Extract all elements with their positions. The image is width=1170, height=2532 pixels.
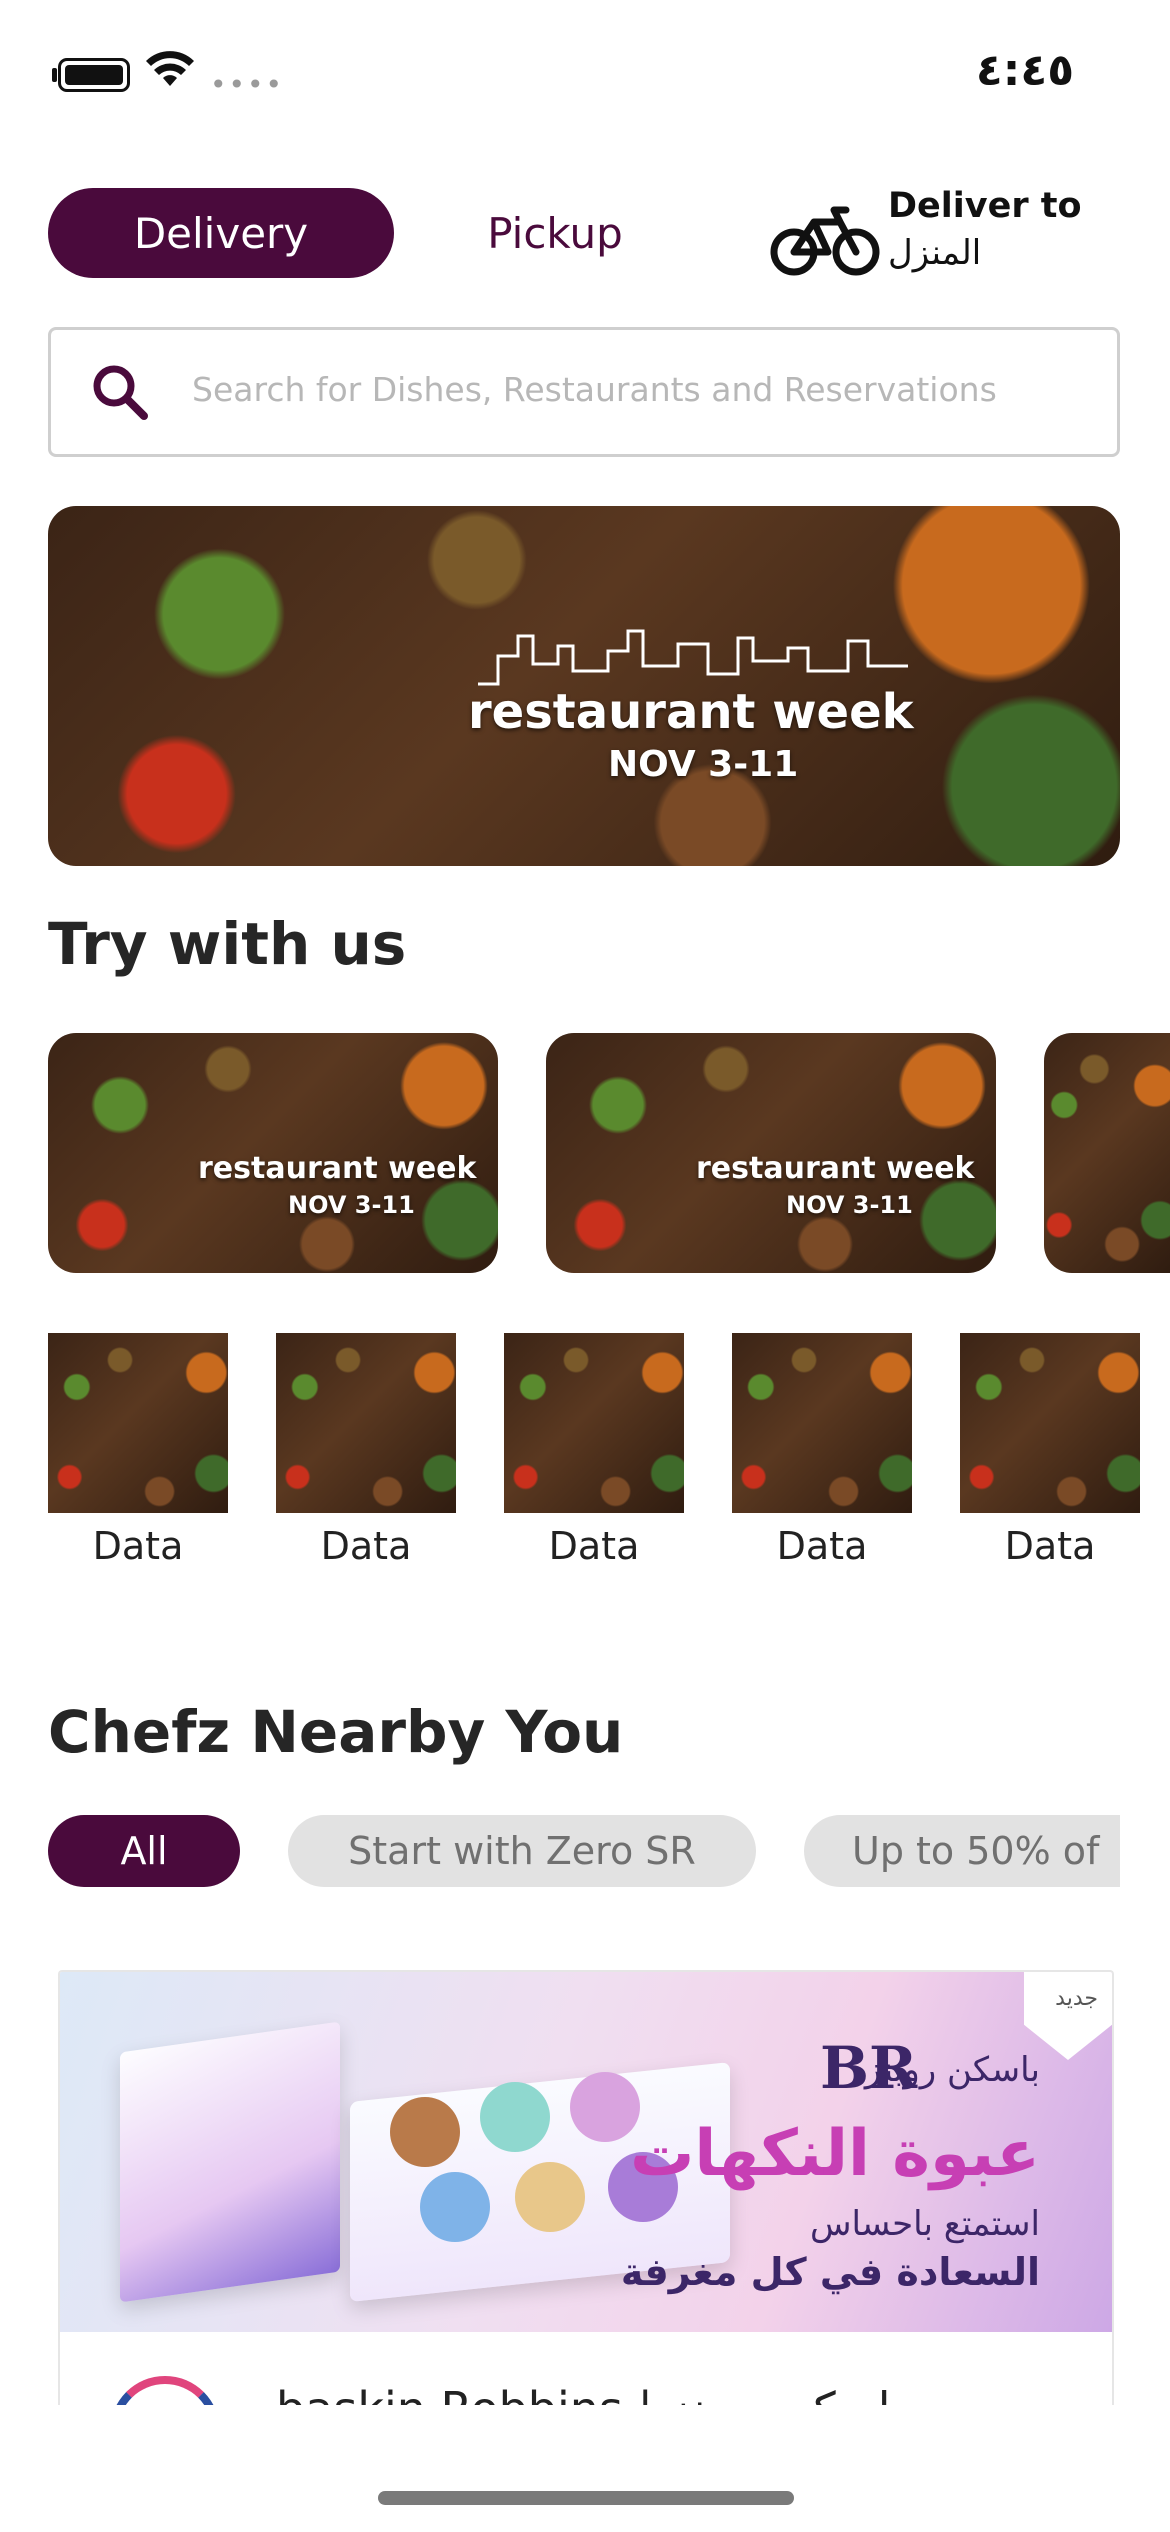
status-time: ٤:٤٥ (975, 45, 1075, 96)
category-label[interactable]: Data (276, 1524, 456, 1568)
category-thumbnail[interactable] (48, 1333, 228, 1513)
tab-delivery[interactable]: Delivery (48, 188, 394, 278)
bicycle-icon (770, 206, 880, 276)
home-indicator[interactable] (378, 2491, 794, 2505)
banner-brand-ar: باسكن روبنز (864, 2050, 1040, 2090)
chefz-nearby-title: Chefz Nearby You (48, 1698, 624, 1766)
promo-card-partial[interactable] (1044, 1033, 1170, 1273)
hero-banner[interactable]: restaurant week NOV 3-11 (48, 506, 1120, 866)
tab-pickup[interactable]: Pickup (445, 188, 665, 278)
banner-line2-ar: السعادة في كل مغرفة (620, 2250, 1040, 2294)
banner-headline-ar: عبوة النكهات (630, 2117, 1040, 2191)
restaurant-card[interactable]: BR باسكن روبنز عبوة النكهات استمتع باحسا… (58, 1970, 1114, 2412)
promo-event-dates: NOV 3-11 (786, 1191, 913, 1219)
category-label[interactable]: Data (732, 1524, 912, 1568)
filter-chip-start-zero[interactable]: Start with Zero SR (288, 1815, 756, 1887)
deliver-to-address[interactable]: المنزل (888, 233, 981, 273)
battery-tip (52, 68, 57, 82)
search-icon (93, 365, 148, 420)
category-thumbnail[interactable] (276, 1333, 456, 1513)
try-with-us-title: Try with us (48, 910, 407, 978)
category-thumbnail[interactable] (504, 1333, 684, 1513)
promo-card[interactable]: restaurant week NOV 3-11 (546, 1033, 996, 1273)
hero-event-name: restaurant week (468, 684, 914, 740)
chips-edge-mask (1120, 1800, 1170, 1900)
category-label[interactable]: Data (48, 1524, 228, 1568)
category-thumbnail[interactable] (732, 1333, 912, 1513)
category-thumbnail[interactable] (960, 1333, 1140, 1513)
restaurant-banner: BR باسكن روبنز عبوة النكهات استمتع باحسا… (60, 1972, 1112, 2332)
category-label[interactable]: Data (504, 1524, 684, 1568)
status-bar: •••• ٤:٤٥ (0, 0, 1170, 140)
filter-chip-up-to-50[interactable]: Up to 50% of (804, 1815, 1170, 1887)
filter-chip-all[interactable]: All (48, 1815, 240, 1887)
bottom-safe-area (0, 2405, 1170, 2532)
skyline-graphic (478, 629, 908, 686)
deliver-to-label[interactable]: Deliver to (888, 186, 1082, 226)
banner-line1-ar: استمتع باحساس (809, 2204, 1040, 2244)
hero-event-dates: NOV 3-11 (608, 744, 799, 785)
promo-event-name: restaurant week (696, 1151, 975, 1186)
promo-event-name: restaurant week (198, 1151, 477, 1186)
wifi-icon (146, 51, 194, 86)
ice-cream-box (120, 2021, 340, 2303)
promo-event-dates: NOV 3-11 (288, 1191, 415, 1219)
category-label[interactable]: Data (960, 1524, 1140, 1568)
search-placeholder[interactable]: Search for Dishes, Restaurants and Reser… (192, 370, 997, 409)
battery-icon (58, 58, 130, 92)
promo-card[interactable]: restaurant week NOV 3-11 (48, 1033, 498, 1273)
signal-dots-icon: •••• (210, 68, 285, 101)
badge-ribbon: جديد (1024, 1972, 1112, 2060)
